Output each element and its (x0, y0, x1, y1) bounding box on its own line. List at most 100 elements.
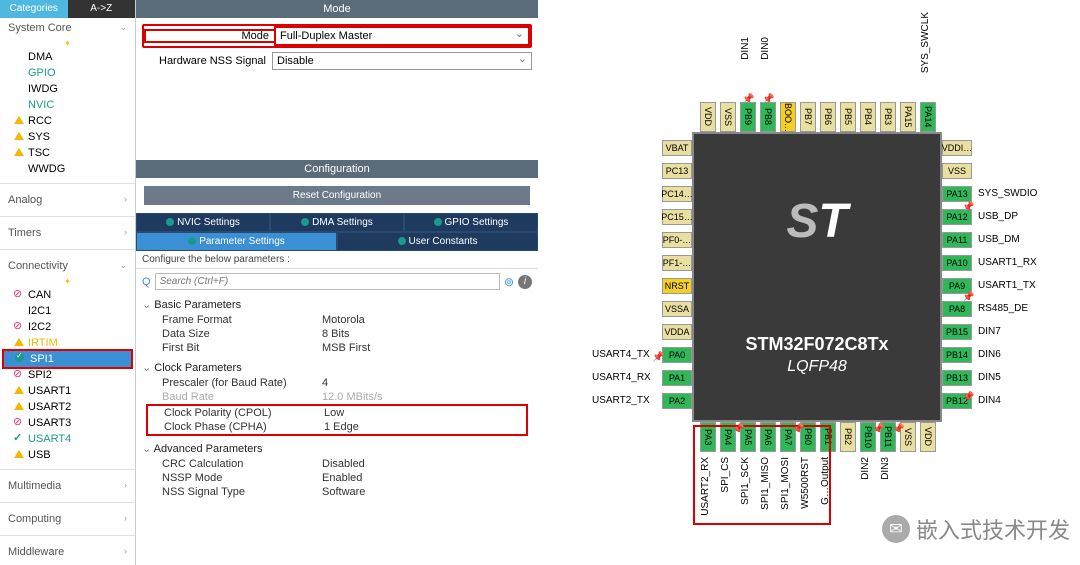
tab-nvic[interactable]: NVIC Settings (136, 213, 270, 232)
chip-body: ST STM32F072C8Tx LQFP48 (692, 132, 942, 422)
pin-top-8[interactable]: PB4 (860, 102, 876, 132)
tree-usart3[interactable]: USART3 (0, 415, 135, 431)
pin-right-1[interactable]: VSS (942, 163, 972, 179)
pin-right-10[interactable]: PB13 (942, 370, 972, 386)
param-search-input[interactable] (155, 273, 500, 290)
pushpin-icon: 📌 (762, 94, 774, 105)
tree-tsc[interactable]: TSC (0, 145, 135, 161)
mode-select[interactable]: Full-Duplex Master (275, 27, 529, 45)
tree-wwdg[interactable]: WWDG (0, 161, 135, 177)
pushpin-icon: 📌 (962, 392, 974, 403)
tree-sys[interactable]: SYS (0, 129, 135, 145)
pin-left-7[interactable]: VSSA (662, 301, 692, 317)
tree-usart1[interactable]: USART1 (0, 383, 135, 399)
pin-left-3[interactable]: PC15… (662, 209, 692, 225)
lbl-right-7: DIN6 (978, 349, 1001, 360)
pin-left-10[interactable]: PA1 (662, 370, 692, 386)
pin-left-9[interactable]: PA0 (662, 347, 692, 363)
lbl-right-8: DIN5 (978, 372, 1001, 383)
tree-spi1[interactable]: SPI1 (2, 349, 133, 369)
pin-right-0[interactable]: VDDI… (942, 140, 972, 156)
pin-top-5[interactable]: PB7 (800, 102, 816, 132)
tree-iwdg[interactable]: IWDG (0, 81, 135, 97)
pin-left-0[interactable]: VBAT (662, 140, 692, 156)
pin-left-5[interactable]: PF1-… (662, 255, 692, 271)
pin-left-4[interactable]: PF0-… (662, 232, 692, 248)
search-icon[interactable]: Q (142, 276, 151, 288)
cpol-cpha-highlight: Clock Polarity (CPOL)Low Clock Phase (CP… (146, 404, 528, 436)
pin-top-7[interactable]: PB5 (840, 102, 856, 132)
pushpin-icon: 📌 (652, 352, 664, 363)
advanced-params-header[interactable]: Advanced Parameters (142, 440, 532, 457)
pin-top-6[interactable]: PB6 (820, 102, 836, 132)
lbl-right-3: USART1_RX (978, 257, 1037, 268)
cat-multimedia[interactable]: Multimedia› (0, 476, 135, 496)
lbl-bottom-8: DIN2 (860, 457, 871, 480)
lbl-right-2: USB_DM (978, 234, 1020, 245)
pin-left-2[interactable]: PC14… (662, 186, 692, 202)
pin-left-8[interactable]: VDDA (662, 324, 692, 340)
tree-dma[interactable]: DMA (0, 49, 135, 65)
param-search-row: Q ⊚ i (136, 269, 538, 294)
pin-bottom-11[interactable]: VDD (920, 422, 936, 452)
pin-left-1[interactable]: PC13 (662, 163, 692, 179)
advanced-params-group: Advanced Parameters CRC CalculationDisab… (136, 438, 538, 501)
basic-params-header[interactable]: Basic Parameters (142, 296, 532, 313)
search-option-icon[interactable]: ⊚ (504, 275, 514, 289)
pin-top-2[interactable]: PB9 (740, 102, 756, 132)
tab-user-constants[interactable]: User Constants (337, 232, 538, 251)
pin-right-8[interactable]: PB15 (942, 324, 972, 340)
pin-top-10[interactable]: PA15 (900, 102, 916, 132)
pin-top-9[interactable]: PB3 (880, 102, 896, 132)
pin-left-6[interactable]: NRST (662, 278, 692, 294)
pin-bottom-7[interactable]: PB2 (840, 422, 856, 452)
cat-analog[interactable]: Analog› (0, 190, 135, 210)
hw-nss-label: Hardware NSS Signal (142, 55, 272, 67)
pin-left-11[interactable]: PA2 (662, 393, 692, 409)
tab-dma[interactable]: DMA Settings (270, 213, 404, 232)
pin-right-9[interactable]: PB14 (942, 347, 972, 363)
mode-select-row: Mode Full-Duplex Master (142, 24, 532, 48)
lbl-din0: DIN0 (760, 37, 771, 60)
info-icon[interactable]: i (518, 275, 532, 289)
reset-config-button[interactable]: Reset Configuration (144, 186, 530, 205)
cat-computing[interactable]: Computing› (0, 509, 135, 529)
pin-top-3[interactable]: PB8 (760, 102, 776, 132)
tree-i2c1[interactable]: I2C1 (0, 303, 135, 319)
clock-params-header[interactable]: Clock Parameters (142, 359, 532, 376)
lbl-right-1: USB_DP (978, 211, 1018, 222)
cat-middleware[interactable]: Middleware› (0, 542, 135, 562)
tree-gpio[interactable]: GPIO (0, 65, 135, 81)
tree-usb[interactable]: USB (0, 447, 135, 463)
pin-top-4[interactable]: BOO… (780, 102, 796, 132)
pin-right-7[interactable]: PA8 (942, 301, 972, 317)
config-panel: Mode Mode Full-Duplex Master Hardware NS… (136, 0, 538, 565)
tab-gpio[interactable]: GPIO Settings (404, 213, 538, 232)
tab-parameter-settings[interactable]: Parameter Settings (136, 232, 337, 251)
spi-pins-highlight (693, 425, 831, 525)
config-hint: Configure the below parameters : (136, 251, 538, 269)
tree-usart4[interactable]: USART4 (0, 431, 135, 447)
pin-right-4[interactable]: PA11 (942, 232, 972, 248)
cat-timers[interactable]: Timers› (0, 223, 135, 243)
tree-rcc[interactable]: RCC (0, 113, 135, 129)
tree-i2c2[interactable]: I2C2 (0, 319, 135, 335)
pin-right-2[interactable]: PA13 (942, 186, 972, 202)
tab-categories[interactable]: Categories (0, 0, 68, 18)
pin-top-1[interactable]: VSS (720, 102, 736, 132)
pushpin-icon: 📌 (792, 424, 804, 435)
pinout-view[interactable]: ST STM32F072C8Tx LQFP48 VDDVSSPB9PB8BOO…… (538, 0, 1080, 565)
pushpin-icon: 📌 (962, 202, 974, 213)
tree-nvic[interactable]: NVIC (0, 97, 135, 113)
hw-nss-select[interactable]: Disable (272, 52, 532, 70)
pin-top-11[interactable]: PA14 (920, 102, 936, 132)
config-tab-row: NVIC Settings DMA Settings GPIO Settings… (136, 213, 538, 251)
tree-can[interactable]: CAN (0, 287, 135, 303)
tree-usart2[interactable]: USART2 (0, 399, 135, 415)
tab-a-to-z[interactable]: A->Z (68, 0, 136, 18)
pin-top-0[interactable]: VDD (700, 102, 716, 132)
cat-connectivity[interactable]: Connectivity⌄ (0, 256, 135, 276)
tree-spi2[interactable]: SPI2 (0, 367, 135, 383)
cat-system-core[interactable]: System Core⌄ (0, 18, 135, 38)
pin-right-5[interactable]: PA10 (942, 255, 972, 271)
